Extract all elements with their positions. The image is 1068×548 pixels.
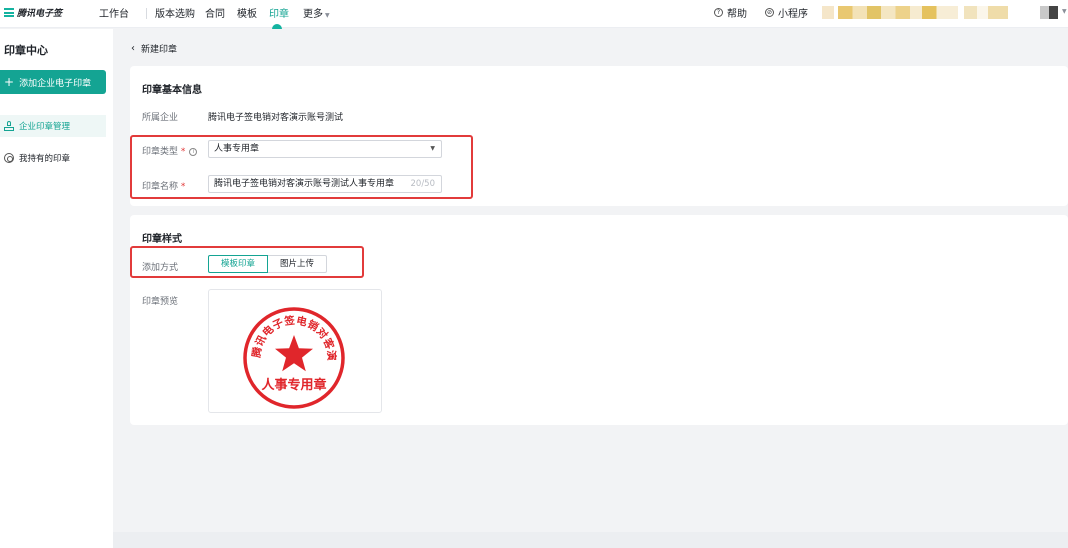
template-seal-option[interactable]: 模板印章: [208, 255, 269, 273]
star-icon: [275, 335, 313, 372]
seal-name-label-text: 印章名称: [142, 182, 179, 192]
company-value: 腾讯电子签电销对客演示账号测试: [208, 113, 344, 123]
help-button[interactable]: ? 帮助: [714, 5, 747, 20]
add-seal-button[interactable]: + 添加企业电子印章: [0, 70, 106, 94]
seal-preview: 腾讯电子签电销对客演示账号测试 人事专用章: [203, 280, 382, 413]
nav-plans[interactable]: 版本选购: [155, 5, 195, 20]
nav-workbench[interactable]: 工作台: [99, 5, 129, 20]
avatar[interactable]: [1040, 6, 1058, 19]
seal-style-card: 印章样式 添加方式 模板印章 图片上传 印章预览 腾讯电子签电销对客演示账号测试…: [130, 215, 1068, 425]
add-method-label: 添加方式: [142, 263, 179, 273]
nav-templates[interactable]: 模板: [237, 5, 257, 20]
sidebar-title: 印章中心: [4, 44, 48, 57]
account-chevron-icon[interactable]: ▼: [1062, 8, 1067, 15]
compass-icon: ⊘: [765, 8, 774, 17]
org-name-blur[interactable]: [964, 6, 1008, 19]
seal-name-label: 印章名称 *: [142, 179, 185, 192]
nav-divider: [146, 8, 147, 19]
sidebar-item-label: 企业印章管理: [19, 122, 71, 132]
nav-more[interactable]: 更多 ▼: [303, 5, 330, 20]
sidebar-item-my-seals[interactable]: 我持有的印章: [0, 147, 106, 169]
seal-ring-text: 腾讯电子签电销对客演示账号测试: [203, 280, 338, 362]
company-label: 所属企业: [142, 113, 179, 123]
image-upload-option[interactable]: 图片上传: [268, 255, 328, 273]
seal-type-value: 人事专用章: [214, 144, 260, 154]
chevron-down-icon: ▼: [325, 12, 330, 19]
seal-type-label-text: 印章类型: [142, 147, 179, 157]
required-mark: *: [180, 182, 186, 192]
seal-image: 腾讯电子签电销对客演示账号测试 人事专用章: [203, 280, 345, 409]
sidebar-item-company-seals[interactable]: 企业印章管理: [0, 115, 106, 137]
back-button[interactable]: ‹ 新建印章: [131, 42, 177, 55]
seal-type-label: 印章类型 * i: [142, 144, 198, 157]
logo-icon: [4, 8, 14, 17]
active-tab-indicator: [272, 24, 282, 29]
top-bar: 腾讯电子签 工作台 版本选购 合同 模板 印章 更多 ▼ ? 帮助 ⊘ 小程序 ▼: [0, 0, 1068, 29]
seal-icon: [4, 121, 14, 131]
seal-name-value: 腾讯电子签电销对客演示账号测试人事专用章: [214, 179, 395, 189]
basic-info-title: 印章基本信息: [142, 85, 202, 96]
add-seal-label: 添加企业电子印章: [19, 78, 92, 89]
help-label: 帮助: [727, 9, 747, 20]
sidebar: 印章中心 + 添加企业电子印章 企业印章管理 我持有的印章: [0, 29, 113, 548]
svg-text:腾讯电子签电销对客演示账号测试: 腾讯电子签电销对客演示账号测试: [209, 290, 338, 362]
mini-program-label: 小程序: [778, 9, 808, 20]
question-icon: ?: [714, 8, 723, 17]
page-title: 新建印章: [141, 45, 178, 55]
char-counter: 20/50: [410, 179, 436, 189]
footer-bar: [113, 532, 1068, 548]
chevron-left-icon: ‹: [131, 43, 135, 54]
logo-text: 腾讯电子签: [17, 9, 63, 19]
ring-icon: [4, 153, 14, 163]
required-mark: *: [180, 147, 186, 157]
seal-bottom-text: 人事专用章: [261, 377, 326, 393]
plus-icon: +: [4, 75, 15, 89]
seal-type-select[interactable]: 人事专用章 ▼: [208, 140, 442, 158]
add-method-toggle: 模板印章 图片上传: [208, 255, 328, 273]
chevron-down-icon: ▼: [430, 145, 435, 152]
mini-program-button[interactable]: ⊘ 小程序: [765, 5, 808, 20]
seal-name-input[interactable]: 腾讯电子签电销对客演示账号测试人事专用章 20/50: [208, 175, 442, 193]
nav-seals[interactable]: 印章: [269, 5, 289, 20]
account-name-blur[interactable]: [838, 6, 958, 19]
seal-style-title: 印章样式: [142, 234, 182, 245]
logo[interactable]: 腾讯电子签: [4, 6, 62, 19]
nav-contracts[interactable]: 合同: [205, 5, 225, 20]
info-icon[interactable]: i: [189, 148, 198, 156]
preview-label: 印章预览: [142, 297, 179, 307]
account-blur: [822, 6, 834, 19]
basic-info-card: 印章基本信息 所属企业 腾讯电子签电销对客演示账号测试 印章类型 * i 人事专…: [130, 66, 1068, 206]
nav-more-label: 更多: [303, 9, 323, 20]
sidebar-item-label: 我持有的印章: [19, 154, 71, 164]
